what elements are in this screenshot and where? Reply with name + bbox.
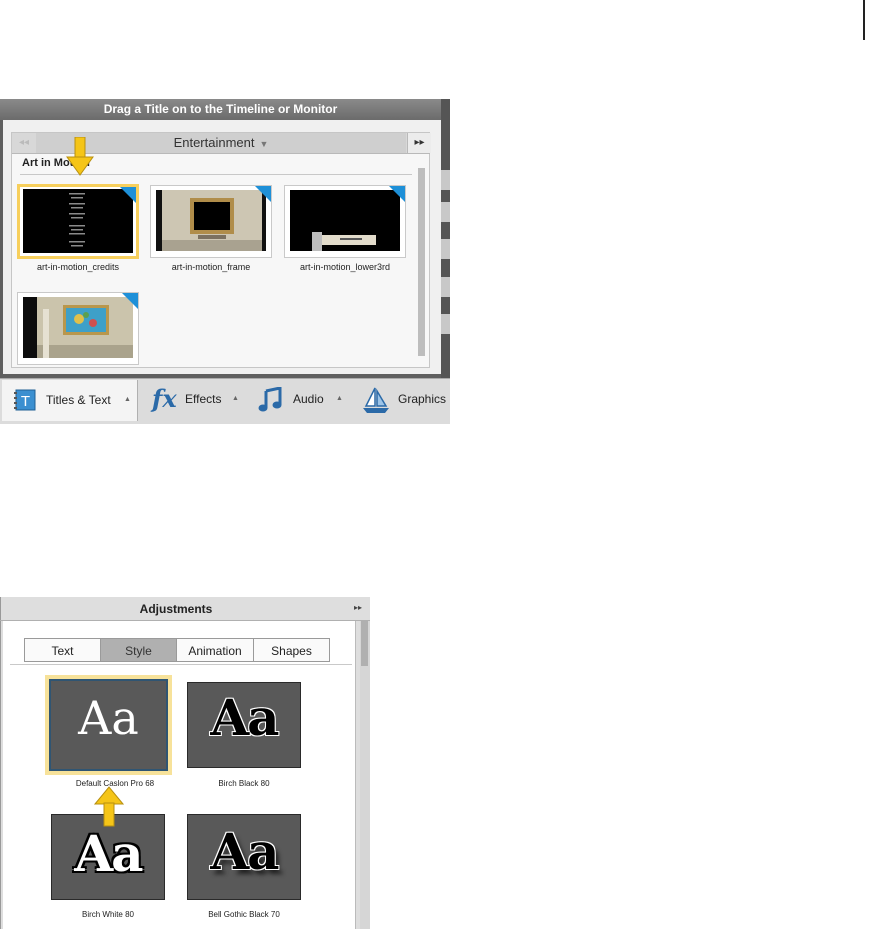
tab-effects[interactable]: fx Effects ▲	[148, 384, 246, 414]
tab-animation[interactable]: Animation	[176, 638, 254, 662]
style-preset-birch-black[interactable]: Aa	[187, 680, 301, 768]
category-label: Entertainment	[173, 135, 255, 150]
svg-text:T: T	[21, 393, 30, 410]
corner-badge-icon	[122, 293, 138, 309]
scrollbar[interactable]	[418, 168, 425, 356]
tab-audio[interactable]: Audio ▲	[256, 384, 352, 414]
tab-text[interactable]: Text	[24, 638, 101, 662]
sailboat-icon	[363, 387, 389, 413]
fx-icon: fx	[152, 384, 177, 413]
style-sample: Aa	[210, 822, 279, 881]
scrollbar[interactable]	[360, 621, 370, 929]
callout-arrow-down-icon	[66, 137, 94, 176]
crop-mark	[863, 0, 865, 40]
caret-up-icon: ▲	[336, 395, 343, 402]
thumbnail-label: art-in-motion_frame	[171, 262, 251, 272]
tab-label: Audio	[293, 392, 324, 406]
tab-label: Graphics	[398, 392, 447, 406]
lower3rd-preview-image	[290, 190, 400, 251]
adjustments-title: Adjustments	[139, 602, 213, 616]
tab-label: Titles & Text	[46, 393, 111, 407]
music-note-icon	[258, 387, 282, 412]
expand-panel-icon[interactable]: ▸▸	[354, 603, 362, 612]
painting-preview-image	[23, 297, 133, 358]
panel-edge-strip	[441, 99, 450, 389]
divider	[10, 664, 352, 665]
title-thumbnail-frame[interactable]	[150, 185, 272, 258]
previous-category-button[interactable]: ◂◂	[12, 133, 37, 153]
style-preset-default-caslon[interactable]: Aa	[45, 675, 172, 775]
caret-up-icon: ▲	[232, 395, 239, 402]
corner-badge-icon	[255, 186, 271, 202]
caret-up-icon: ▲	[124, 396, 131, 403]
thumbnail-label: art-in-motion_credits	[36, 262, 120, 272]
titles-panel-header: Drag a Title on to the Timeline or Monit…	[0, 99, 441, 120]
tab-style[interactable]: Style	[100, 638, 177, 662]
credits-preview-image	[23, 189, 133, 253]
corner-badge-icon	[389, 186, 405, 202]
style-sample: Aa	[210, 688, 279, 747]
style-preset-bell-gothic[interactable]: Aa	[187, 812, 301, 900]
tab-shapes[interactable]: Shapes	[253, 638, 330, 662]
thumbnail-label: art-in-motion_lower3rd	[299, 262, 391, 272]
style-label: Bell Gothic Black 70	[208, 910, 280, 919]
next-category-button[interactable]: ▸▸	[407, 133, 431, 153]
callout-arrow-up-icon	[94, 786, 124, 827]
corner-badge-icon	[120, 187, 136, 203]
tab-graphics[interactable]: Graphics	[360, 384, 450, 414]
frame-preview-image	[156, 190, 266, 251]
title-thumbnail-lower3rd[interactable]	[284, 185, 406, 258]
style-label: Birch Black 80	[218, 779, 270, 788]
tab-label: Effects	[185, 392, 222, 406]
text-t-icon: T	[14, 389, 36, 411]
tab-titles-text[interactable]: T Titles & Text ▲	[2, 380, 138, 421]
style-sample: Aa	[78, 691, 139, 745]
style-label: Birch White 80	[81, 910, 135, 919]
title-thumbnail-painting[interactable]	[17, 292, 139, 365]
style-sample: Aa	[74, 824, 143, 883]
title-thumbnail-credits[interactable]	[17, 184, 139, 259]
chevron-down-icon: ▼	[259, 139, 269, 149]
